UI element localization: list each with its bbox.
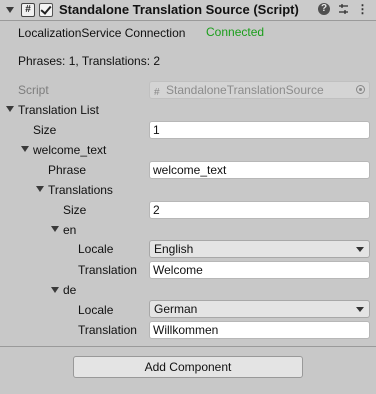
translation-list-fold-icon[interactable] — [6, 106, 14, 112]
divider — [0, 346, 376, 347]
list-size-field[interactable]: 1 — [149, 121, 370, 139]
translations-fold-icon[interactable] — [36, 186, 44, 192]
locale-value: German — [154, 302, 198, 316]
script-label: Script — [18, 83, 49, 97]
script-icon: # — [21, 3, 35, 17]
locale-dropdown-en[interactable]: English — [149, 240, 370, 258]
translations-label[interactable]: Translations — [48, 182, 113, 198]
add-component-button[interactable]: Add Component — [73, 356, 303, 378]
translation-label: Translation — [78, 323, 137, 337]
more-menu-icon[interactable]: ⋮ — [356, 3, 369, 16]
component-title: Standalone Translation Source (Script) — [59, 2, 299, 17]
entry-header[interactable]: de — [63, 282, 76, 298]
object-picker-icon[interactable] — [356, 85, 365, 94]
presets-glyph — [339, 4, 348, 14]
phrase-field[interactable]: welcome_text — [149, 161, 370, 179]
presets-icon[interactable] — [337, 3, 350, 16]
script-field[interactable]: # StandaloneTranslationSource — [149, 81, 370, 99]
list-size-label: Size — [33, 123, 57, 137]
fold-arrow-icon[interactable] — [6, 7, 14, 13]
locale-dropdown-de[interactable]: German — [149, 300, 370, 318]
translations-size-label: Size — [63, 203, 87, 217]
locale-value: English — [154, 242, 194, 256]
dropdown-arrow-icon — [356, 307, 364, 312]
translation-list-label[interactable]: Translation List — [18, 102, 99, 118]
script-value: StandaloneTranslationSource — [166, 83, 324, 97]
locale-label: Locale — [78, 242, 114, 256]
summary-text: Phrases: 1, Translations: 2 — [18, 54, 161, 68]
component-header: # Standalone Translation Source (Script)… — [0, 0, 376, 21]
help-icon[interactable]: ? — [318, 3, 330, 15]
translation-field-de[interactable]: Willkommen — [149, 321, 370, 339]
entry-header[interactable]: en — [63, 222, 76, 238]
entry-de-fold-icon[interactable] — [51, 287, 59, 293]
translations-size-field[interactable]: 2 — [149, 201, 370, 219]
phrase-item-header[interactable]: welcome_text — [33, 142, 106, 158]
translation-field-en[interactable]: Welcome — [149, 261, 370, 279]
translation-label: Translation — [78, 263, 137, 277]
dropdown-arrow-icon — [356, 247, 364, 252]
phrase-label: Phrase — [48, 163, 87, 177]
script-asset-icon: # — [154, 87, 160, 98]
connection-status: Connected — [206, 25, 265, 39]
phrase-item-fold-icon[interactable] — [21, 146, 29, 152]
connection-label: LocalizationService Connection — [18, 26, 186, 40]
enabled-checkbox[interactable] — [39, 3, 53, 17]
entry-en-fold-icon[interactable] — [51, 226, 59, 232]
locale-label: Locale — [78, 303, 114, 317]
